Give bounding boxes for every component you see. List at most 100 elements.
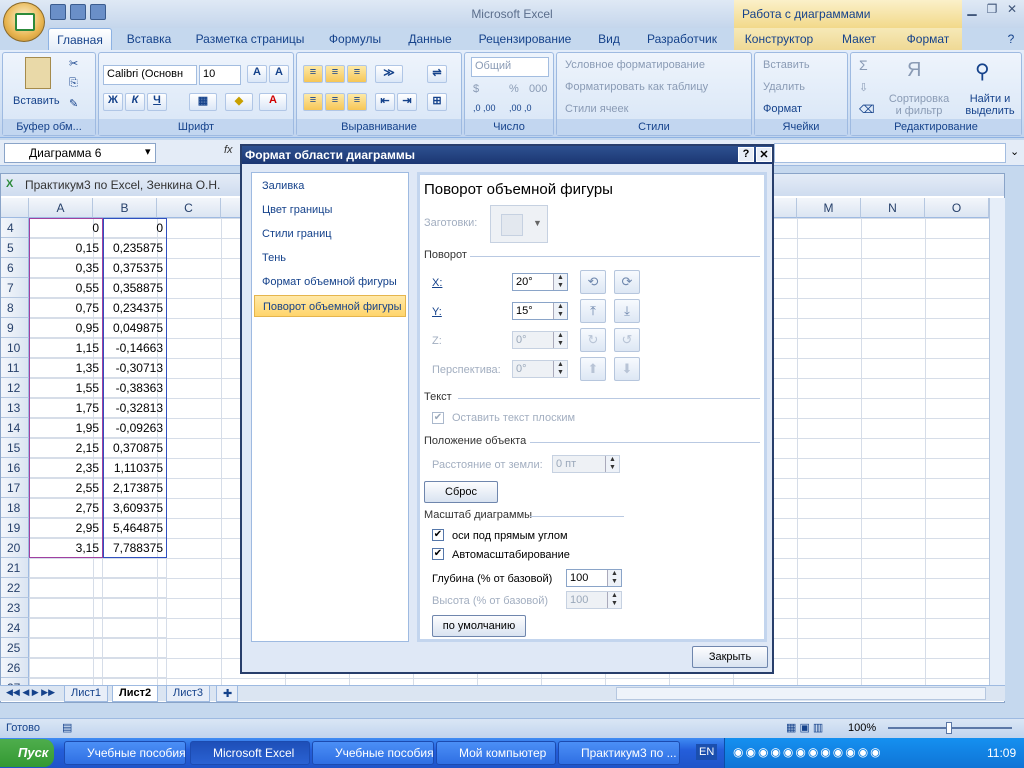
language-indicator[interactable]: EN [696, 744, 718, 760]
fill-icon[interactable]: ⇩ [859, 81, 868, 94]
format-as-table-button[interactable]: Форматировать как таблицу [565, 81, 708, 93]
macro-record-icon[interactable]: ▤ [62, 721, 72, 734]
name-box[interactable]: Диаграмма 6 [4, 143, 156, 163]
cell-a[interactable] [29, 558, 103, 578]
cell-b[interactable] [103, 578, 167, 598]
cell-b[interactable]: -0,14663 [103, 338, 167, 358]
column-header[interactable]: A [29, 198, 93, 218]
cell-styles-button[interactable]: Стили ячеек [565, 103, 628, 115]
restore-icon[interactable]: ❐ [982, 2, 1002, 22]
copy-icon[interactable]: ⎘ [69, 77, 78, 90]
clear-icon[interactable]: ⌫ [859, 103, 875, 116]
font-color-button[interactable]: A [259, 93, 287, 111]
cell-b[interactable]: -0,09263 [103, 418, 167, 438]
sheet-tab-2[interactable]: Лист2 [112, 686, 159, 702]
cell-b[interactable]: 2,173875 [103, 478, 167, 498]
cell-a[interactable]: 2,55 [29, 478, 103, 498]
row-header[interactable]: 11 [1, 358, 29, 378]
row-header[interactable]: 12 [1, 378, 29, 398]
align-right-button[interactable]: ≡ [347, 93, 367, 111]
font-name-box[interactable]: Calibri (Основн [103, 65, 197, 85]
depth-input[interactable]: 100 ▲ ▼ [566, 569, 622, 587]
task-folder-1[interactable]: Учебные пособия [64, 741, 186, 765]
find-select-button[interactable]: Найти и выделить [961, 93, 1019, 117]
cell-b[interactable]: 5,464875 [103, 518, 167, 538]
spinner-icon[interactable]: ▲ ▼ [553, 361, 567, 377]
cell-a[interactable]: 0,55 [29, 278, 103, 298]
rotate-up-icon[interactable]: ⤒ [580, 299, 606, 323]
view-buttons[interactable]: ▦ ▣ ▥ [786, 721, 823, 734]
default-button[interactable]: по умолчанию [432, 615, 526, 637]
nav-fill[interactable]: Заливка [254, 175, 406, 197]
cell-a[interactable]: 2,15 [29, 438, 103, 458]
rotate-cw-icon[interactable]: ↻ [580, 328, 606, 352]
cell-b[interactable]: 0,049875 [103, 318, 167, 338]
paste-icon[interactable] [25, 57, 51, 89]
align-top-button[interactable]: ≡ [303, 65, 323, 83]
tab-view[interactable]: Вид [588, 28, 630, 50]
nav-3d-format[interactable]: Формат объемной фигуры [254, 271, 406, 293]
nav-border-styles[interactable]: Стили границ [254, 223, 406, 245]
increase-decimal-button[interactable]: ,0 ,00 [473, 103, 496, 113]
cell-b[interactable]: 0 [103, 218, 167, 238]
cell-a[interactable] [29, 598, 103, 618]
fill-color-button[interactable]: ◆ [225, 93, 253, 111]
cell-a[interactable]: 0,15 [29, 238, 103, 258]
tab-format[interactable]: Формат [894, 28, 962, 50]
row-header[interactable]: 10 [1, 338, 29, 358]
fx-icon[interactable]: fx [224, 144, 233, 156]
x-rotation-input[interactable]: 20° ▲ ▼ [512, 273, 568, 291]
merge-button[interactable]: ⊞ [427, 93, 447, 111]
row-header[interactable]: 26 [1, 658, 29, 678]
select-all-corner[interactable] [1, 198, 29, 218]
spinner-icon[interactable]: ▲ ▼ [553, 332, 567, 348]
dialog-help-button[interactable]: ? [738, 147, 754, 162]
align-middle-button[interactable]: ≡ [325, 65, 345, 83]
align-center-button[interactable]: ≡ [325, 93, 345, 111]
row-header[interactable]: 21 [1, 558, 29, 578]
cell-b[interactable]: 0,235875 [103, 238, 167, 258]
cell-b[interactable] [103, 658, 167, 678]
office-button[interactable] [3, 2, 45, 42]
cell-a[interactable]: 1,35 [29, 358, 103, 378]
right-angle-axes-checkbox[interactable]: ✔ [432, 529, 444, 541]
rotate-right-icon[interactable]: ⟳ [614, 270, 640, 294]
borders-button[interactable]: ▦ [189, 93, 217, 111]
y-rotation-input[interactable]: 15° ▲ ▼ [512, 302, 568, 320]
height-input[interactable]: 100 ▲ ▼ [566, 591, 622, 609]
cell-a[interactable]: 2,95 [29, 518, 103, 538]
format-cells-button[interactable]: Формат [763, 103, 802, 115]
shrink-font-button[interactable]: A [269, 65, 289, 83]
cell-a[interactable]: 3,15 [29, 538, 103, 558]
close-dialog-button[interactable]: Закрыть [692, 646, 768, 668]
cell-a[interactable]: 2,75 [29, 498, 103, 518]
tab-developer[interactable]: Разработчик [636, 28, 728, 50]
row-header[interactable]: 19 [1, 518, 29, 538]
sort-filter-button[interactable]: Сортировка и фильтр [887, 93, 951, 117]
cell-b[interactable]: 0,358875 [103, 278, 167, 298]
delete-cells-button[interactable]: Удалить [763, 81, 805, 93]
cut-icon[interactable]: ✂ [69, 57, 78, 70]
spinner-icon[interactable]: ▲ ▼ [553, 303, 567, 319]
expand-formula-icon[interactable]: ⌄ [1010, 145, 1019, 158]
narrow-fov-icon[interactable]: ⬆ [580, 357, 606, 381]
widen-fov-icon[interactable]: ⬇ [614, 357, 640, 381]
cell-b[interactable]: -0,32813 [103, 398, 167, 418]
task-folder-2[interactable]: Учебные пособия [312, 741, 434, 765]
cell-a[interactable]: 0,95 [29, 318, 103, 338]
sheet-tab-3[interactable]: Лист3 [166, 686, 211, 702]
number-format-box[interactable]: Общий [471, 57, 549, 77]
row-header[interactable]: 15 [1, 438, 29, 458]
font-size-box[interactable]: 10 [199, 65, 241, 85]
close-icon[interactable]: ✕ [1002, 2, 1022, 22]
bold-button[interactable]: Ж [103, 93, 123, 111]
nav-shadow[interactable]: Тень [254, 247, 406, 269]
sheet-nav-icon[interactable]: ◀◀ ◀ ▶ ▶▶ [6, 687, 55, 698]
cell-a[interactable]: 0,35 [29, 258, 103, 278]
align-left-button[interactable]: ≡ [303, 93, 323, 111]
distance-input[interactable]: 0 пт ▲ ▼ [552, 455, 620, 473]
task-word-doc[interactable]: Практикум3 по ... [558, 741, 680, 765]
conditional-formatting-button[interactable]: Условное форматирование [565, 59, 705, 71]
row-header[interactable]: 25 [1, 638, 29, 658]
tab-page-layout[interactable]: Разметка страницы [188, 28, 312, 50]
